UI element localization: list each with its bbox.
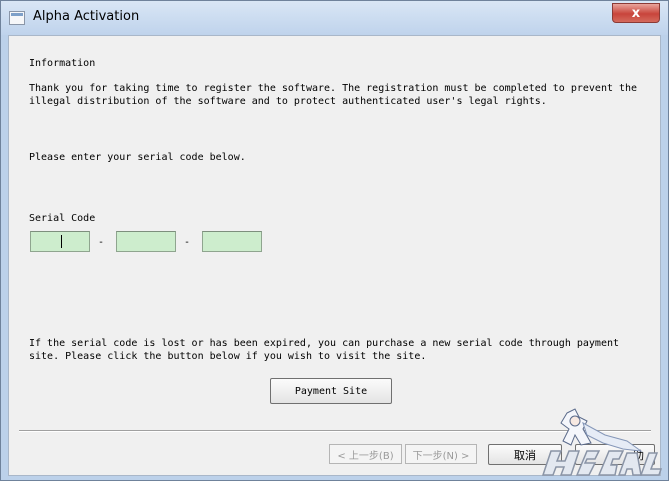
serial-field-2[interactable]	[116, 231, 176, 252]
serial-field-3[interactable]	[202, 231, 262, 252]
help-text: If the serial code is lost or has been e…	[29, 338, 620, 362]
serial-code-label: Serial Code	[29, 213, 96, 224]
serial-separator: -	[184, 237, 191, 248]
serial-separator: -	[98, 237, 105, 248]
window-title: Alpha Activation	[33, 9, 140, 24]
watermark-logo	[541, 408, 663, 476]
info-heading: Information	[29, 58, 96, 69]
activation-window: Alpha Activation x Information Thank you…	[0, 0, 669, 481]
back-button[interactable]: < 上一步(B)	[329, 444, 402, 464]
info-text: Thank you for taking time to register th…	[29, 83, 638, 107]
next-button[interactable]: 下一步(N) >	[405, 444, 477, 464]
serial-prompt: Please enter your serial code below.	[29, 152, 246, 163]
close-button[interactable]: x	[612, 3, 660, 23]
window-icon	[9, 11, 25, 25]
payment-site-button[interactable]: Payment Site	[270, 378, 392, 404]
title-bar[interactable]: Alpha Activation x	[1, 1, 668, 35]
text-caret	[61, 235, 62, 248]
serial-field-1[interactable]	[30, 231, 90, 252]
